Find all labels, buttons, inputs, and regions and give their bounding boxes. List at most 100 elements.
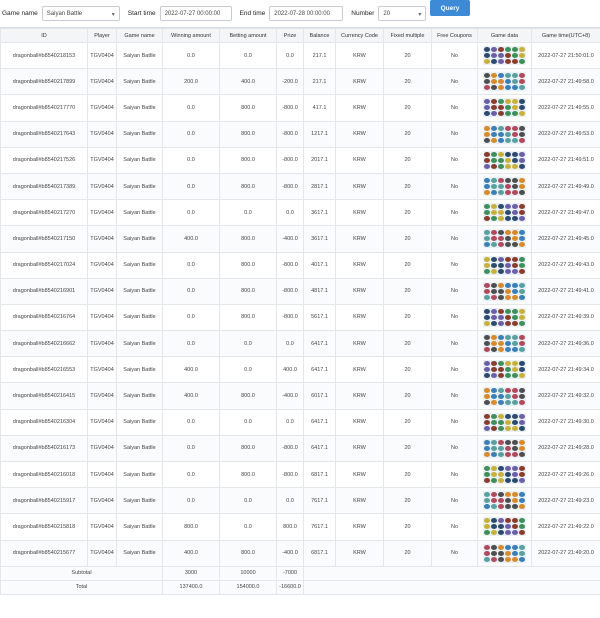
cell-free-coupons: No: [431, 408, 478, 436]
cell-game-data[interactable]: [477, 303, 532, 332]
symbol-icon: [505, 347, 511, 353]
symbol-icon: [484, 230, 490, 236]
symbol-icon: [505, 419, 511, 425]
cell-game-name: Saiyan Battle: [116, 460, 163, 489]
game-data-thumbnail[interactable]: [483, 465, 526, 485]
start-time-input[interactable]: 2022-07-27 00:00:00: [159, 6, 232, 21]
game-data-thumbnail[interactable]: [483, 177, 526, 197]
game-data-thumbnail[interactable]: [483, 307, 526, 327]
cell-player: TGV0404: [87, 251, 117, 279]
table-row: dragonball#b8540217526 TGV0404 Saiyan Batt…: [0, 146, 600, 174]
game-data-thumbnail[interactable]: [483, 46, 526, 66]
symbol-icon: [512, 157, 518, 163]
cell-fixed-multiple: 20: [383, 94, 432, 122]
cell-id: dragonball#b8540217270: [0, 199, 88, 227]
cell-game-data[interactable]: [477, 120, 532, 148]
cell-game-data[interactable]: [477, 146, 532, 174]
cell-id: dragonball#b8540216901: [0, 277, 88, 305]
game-data-thumbnail[interactable]: [483, 360, 526, 380]
symbol-icon: [505, 242, 511, 248]
game-data-thumbnail[interactable]: [483, 412, 526, 432]
cell-game-data[interactable]: [477, 330, 532, 358]
symbol-icon: [519, 262, 525, 268]
symbol-icon: [484, 504, 490, 510]
table-row: dragonball#b8540215677 TGV0404 Saiyan Batt…: [0, 539, 600, 567]
symbol-icon: [505, 373, 511, 379]
symbol-icon: [519, 347, 525, 353]
game-data-thumbnail[interactable]: [483, 334, 526, 354]
symbol-icon: [484, 47, 490, 53]
cell-free-coupons: No: [431, 94, 478, 122]
game-data-thumbnail[interactable]: [483, 124, 526, 144]
symbol-icon: [491, 53, 497, 59]
table-row: dragonball#b8540216553 TGV0404 Saiyan Batt…: [0, 356, 600, 384]
symbol-icon: [498, 204, 504, 210]
game-data-thumbnail[interactable]: [483, 517, 526, 537]
cell-game-data[interactable]: [477, 94, 532, 122]
symbol-icon: [498, 157, 504, 163]
cell-prize: -800.0: [276, 172, 304, 201]
symbol-icon: [512, 262, 518, 268]
number-select[interactable]: 20 ▾: [378, 6, 427, 21]
game-data-thumbnail[interactable]: [483, 229, 526, 249]
game-data-thumbnail[interactable]: [483, 386, 526, 406]
symbol-icon: [519, 314, 525, 320]
symbol-icon: [505, 99, 511, 105]
cell-balance: 4817.1: [303, 277, 336, 305]
cell-game-data[interactable]: [477, 199, 532, 227]
query-button[interactable]: Query: [430, 0, 470, 16]
cell-prize: 0.0: [276, 41, 304, 70]
cell-game-data[interactable]: [477, 408, 532, 436]
cell-game-data[interactable]: [477, 382, 532, 410]
cell-betting-amount: 0.0: [219, 330, 277, 358]
cell-free-coupons: No: [431, 356, 478, 384]
symbol-icon: [484, 125, 490, 131]
cell-balance: 2817.1: [303, 172, 336, 201]
game-data-thumbnail[interactable]: [483, 203, 526, 223]
cell-game-data[interactable]: [477, 539, 532, 567]
symbol-icon: [512, 151, 518, 157]
cell-game-time: 2022-07-27 21:49:55.0: [531, 94, 600, 122]
symbol-icon: [484, 137, 490, 143]
cell-game-data[interactable]: [477, 277, 532, 305]
cell-balance: 1217.1: [303, 120, 336, 148]
symbol-icon: [498, 373, 504, 379]
cell-game-data[interactable]: [477, 513, 532, 541]
cell-game-name: Saiyan Battle: [116, 146, 163, 174]
symbol-icon: [484, 268, 490, 274]
cell-game-data[interactable]: [477, 356, 532, 384]
symbol-icon: [498, 131, 504, 137]
cell-game-data[interactable]: [477, 251, 532, 279]
game-data-thumbnail[interactable]: [483, 72, 526, 92]
end-time-input[interactable]: 2022-07-28 00:00:00: [269, 6, 344, 21]
cell-game-data[interactable]: [477, 434, 532, 463]
symbol-icon: [491, 184, 497, 190]
cell-game-data[interactable]: [477, 225, 532, 253]
cell-game-data[interactable]: [477, 172, 532, 201]
symbol-icon: [519, 204, 525, 210]
cell-game-data[interactable]: [477, 41, 532, 70]
game-data-thumbnail[interactable]: [483, 543, 526, 563]
symbol-icon: [505, 314, 511, 320]
game-data-thumbnail[interactable]: [483, 438, 526, 458]
number-value: 20: [383, 10, 391, 17]
cell-game-data[interactable]: [477, 68, 532, 96]
game-data-thumbnail[interactable]: [483, 98, 526, 118]
symbol-icon: [498, 236, 504, 242]
symbol-icon: [484, 79, 490, 85]
cell-game-name: Saiyan Battle: [116, 94, 163, 122]
cell-game-data[interactable]: [477, 460, 532, 489]
symbol-icon: [519, 178, 525, 184]
symbol-icon: [505, 472, 511, 478]
cell-game-data[interactable]: [477, 487, 532, 515]
symbol-icon: [491, 256, 497, 262]
game-name-select[interactable]: Saiyan Battle ▾: [41, 6, 120, 21]
symbol-icon: [491, 288, 497, 294]
game-data-thumbnail[interactable]: [483, 491, 526, 511]
game-data-thumbnail[interactable]: [483, 255, 526, 275]
symbol-icon: [505, 59, 511, 65]
symbol-icon: [491, 314, 497, 320]
symbol-icon: [484, 367, 490, 373]
game-data-thumbnail[interactable]: [483, 281, 526, 301]
game-data-thumbnail[interactable]: [483, 150, 526, 170]
